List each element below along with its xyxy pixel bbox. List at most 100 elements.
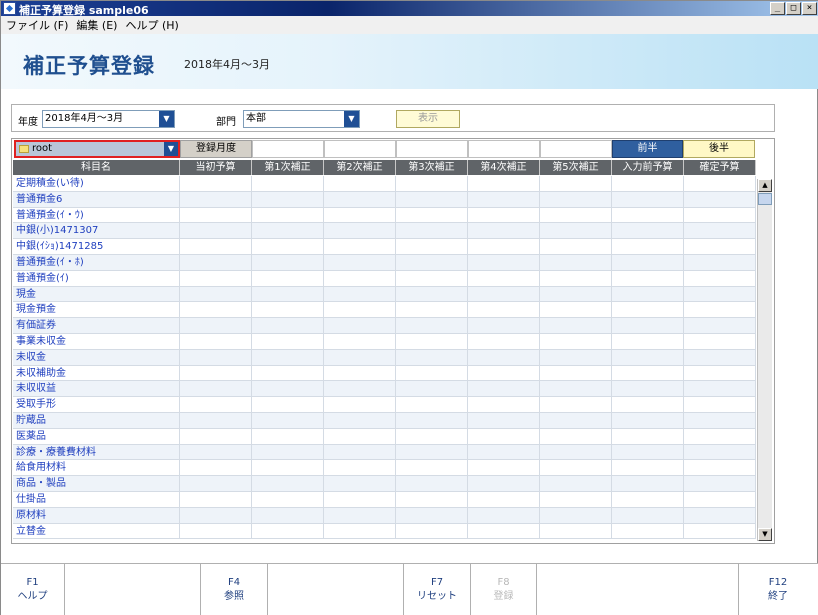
budget-cell[interactable] [324,302,396,319]
menu-file[interactable]: ファイル (F) [6,17,68,33]
budget-cell[interactable] [540,223,612,240]
budget-cell[interactable] [396,381,468,398]
menu-help[interactable]: ヘルプ (H) [125,17,178,33]
minimize-button[interactable]: _ [770,2,785,15]
account-name-cell[interactable]: 現金 [13,286,180,303]
budget-cell[interactable] [252,239,324,255]
budget-cell[interactable] [684,176,756,192]
budget-cell[interactable] [612,254,684,271]
f7-reset-button[interactable]: F7 リセット [404,564,471,615]
second-half-button[interactable]: 後半 [683,140,755,158]
budget-cell[interactable] [684,286,756,303]
budget-cell[interactable] [540,270,612,287]
account-name-cell[interactable]: 診療・療養費材料 [13,444,180,461]
f12-exit-button[interactable]: F12 終了 [739,564,817,615]
vertical-scrollbar[interactable]: ▲ ▼ [757,179,772,541]
budget-cell[interactable] [540,191,612,208]
budget-cell[interactable] [180,365,252,382]
budget-cell[interactable] [684,333,756,350]
account-name-cell[interactable]: 受取手形 [13,397,180,413]
budget-cell[interactable] [396,176,468,192]
budget-cell[interactable] [540,365,612,382]
budget-cell[interactable] [396,444,468,461]
budget-cell[interactable] [324,507,396,524]
budget-cell[interactable] [252,191,324,208]
show-button[interactable]: 表示 [396,110,460,128]
budget-cell[interactable] [468,444,540,461]
budget-cell[interactable] [396,223,468,240]
budget-cell[interactable] [324,397,396,413]
account-name-cell[interactable]: 有価証券 [13,318,180,334]
budget-cell[interactable] [468,397,540,413]
budget-cell[interactable] [396,476,468,492]
budget-cell[interactable] [180,491,252,508]
account-name-cell[interactable]: 定期積金(い待) [13,176,180,192]
budget-cell[interactable] [252,412,324,429]
budget-cell[interactable] [252,428,324,445]
root-select[interactable]: root ▼ [14,140,180,158]
budget-cell[interactable] [612,191,684,208]
budget-cell[interactable] [324,412,396,429]
f8-register-button[interactable]: F8 登録 [471,564,537,615]
budget-cell[interactable] [396,239,468,255]
budget-cell[interactable] [468,207,540,224]
budget-cell[interactable] [324,254,396,271]
budget-cell[interactable] [324,444,396,461]
budget-cell[interactable] [468,239,540,255]
budget-cell[interactable] [324,381,396,398]
budget-cell[interactable] [468,476,540,492]
budget-cell[interactable] [180,223,252,240]
budget-cell[interactable] [540,176,612,192]
account-name-cell[interactable]: 医薬品 [13,428,180,445]
budget-cell[interactable] [468,254,540,271]
reg-month-cell[interactable] [540,140,612,158]
budget-cell[interactable] [180,412,252,429]
account-name-cell[interactable]: 原材料 [13,507,180,524]
budget-cell[interactable] [612,460,684,477]
budget-cell[interactable] [324,223,396,240]
budget-cell[interactable] [396,365,468,382]
budget-cell[interactable] [324,318,396,334]
budget-cell[interactable] [684,381,756,398]
budget-cell[interactable] [396,523,468,540]
budget-cell[interactable] [612,476,684,492]
budget-cell[interactable] [612,207,684,224]
budget-cell[interactable] [252,333,324,350]
budget-cell[interactable] [684,270,756,287]
budget-cell[interactable] [396,207,468,224]
budget-cell[interactable] [180,444,252,461]
budget-cell[interactable] [180,333,252,350]
budget-cell[interactable] [180,318,252,334]
budget-cell[interactable] [540,207,612,224]
budget-cell[interactable] [252,507,324,524]
budget-cell[interactable] [612,444,684,461]
budget-cell[interactable] [324,460,396,477]
account-name-cell[interactable]: 未収収益 [13,381,180,398]
budget-cell[interactable] [612,239,684,255]
budget-cell[interactable] [324,523,396,540]
budget-cell[interactable] [540,412,612,429]
budget-cell[interactable] [396,491,468,508]
budget-cell[interactable] [252,365,324,382]
budget-cell[interactable] [540,460,612,477]
budget-cell[interactable] [468,365,540,382]
budget-cell[interactable] [684,491,756,508]
scroll-thumb[interactable] [758,193,772,205]
budget-cell[interactable] [252,444,324,461]
budget-cell[interactable] [468,381,540,398]
budget-cell[interactable] [396,286,468,303]
budget-cell[interactable] [180,286,252,303]
budget-cell[interactable] [612,523,684,540]
budget-cell[interactable] [468,523,540,540]
budget-cell[interactable] [396,460,468,477]
budget-cell[interactable] [684,191,756,208]
budget-cell[interactable] [684,254,756,271]
budget-cell[interactable] [324,365,396,382]
budget-cell[interactable] [684,428,756,445]
budget-cell[interactable] [612,318,684,334]
budget-cell[interactable] [252,349,324,366]
account-name-cell[interactable]: 未収補助金 [13,365,180,382]
budget-cell[interactable] [324,270,396,287]
budget-cell[interactable] [684,523,756,540]
budget-cell[interactable] [396,349,468,366]
